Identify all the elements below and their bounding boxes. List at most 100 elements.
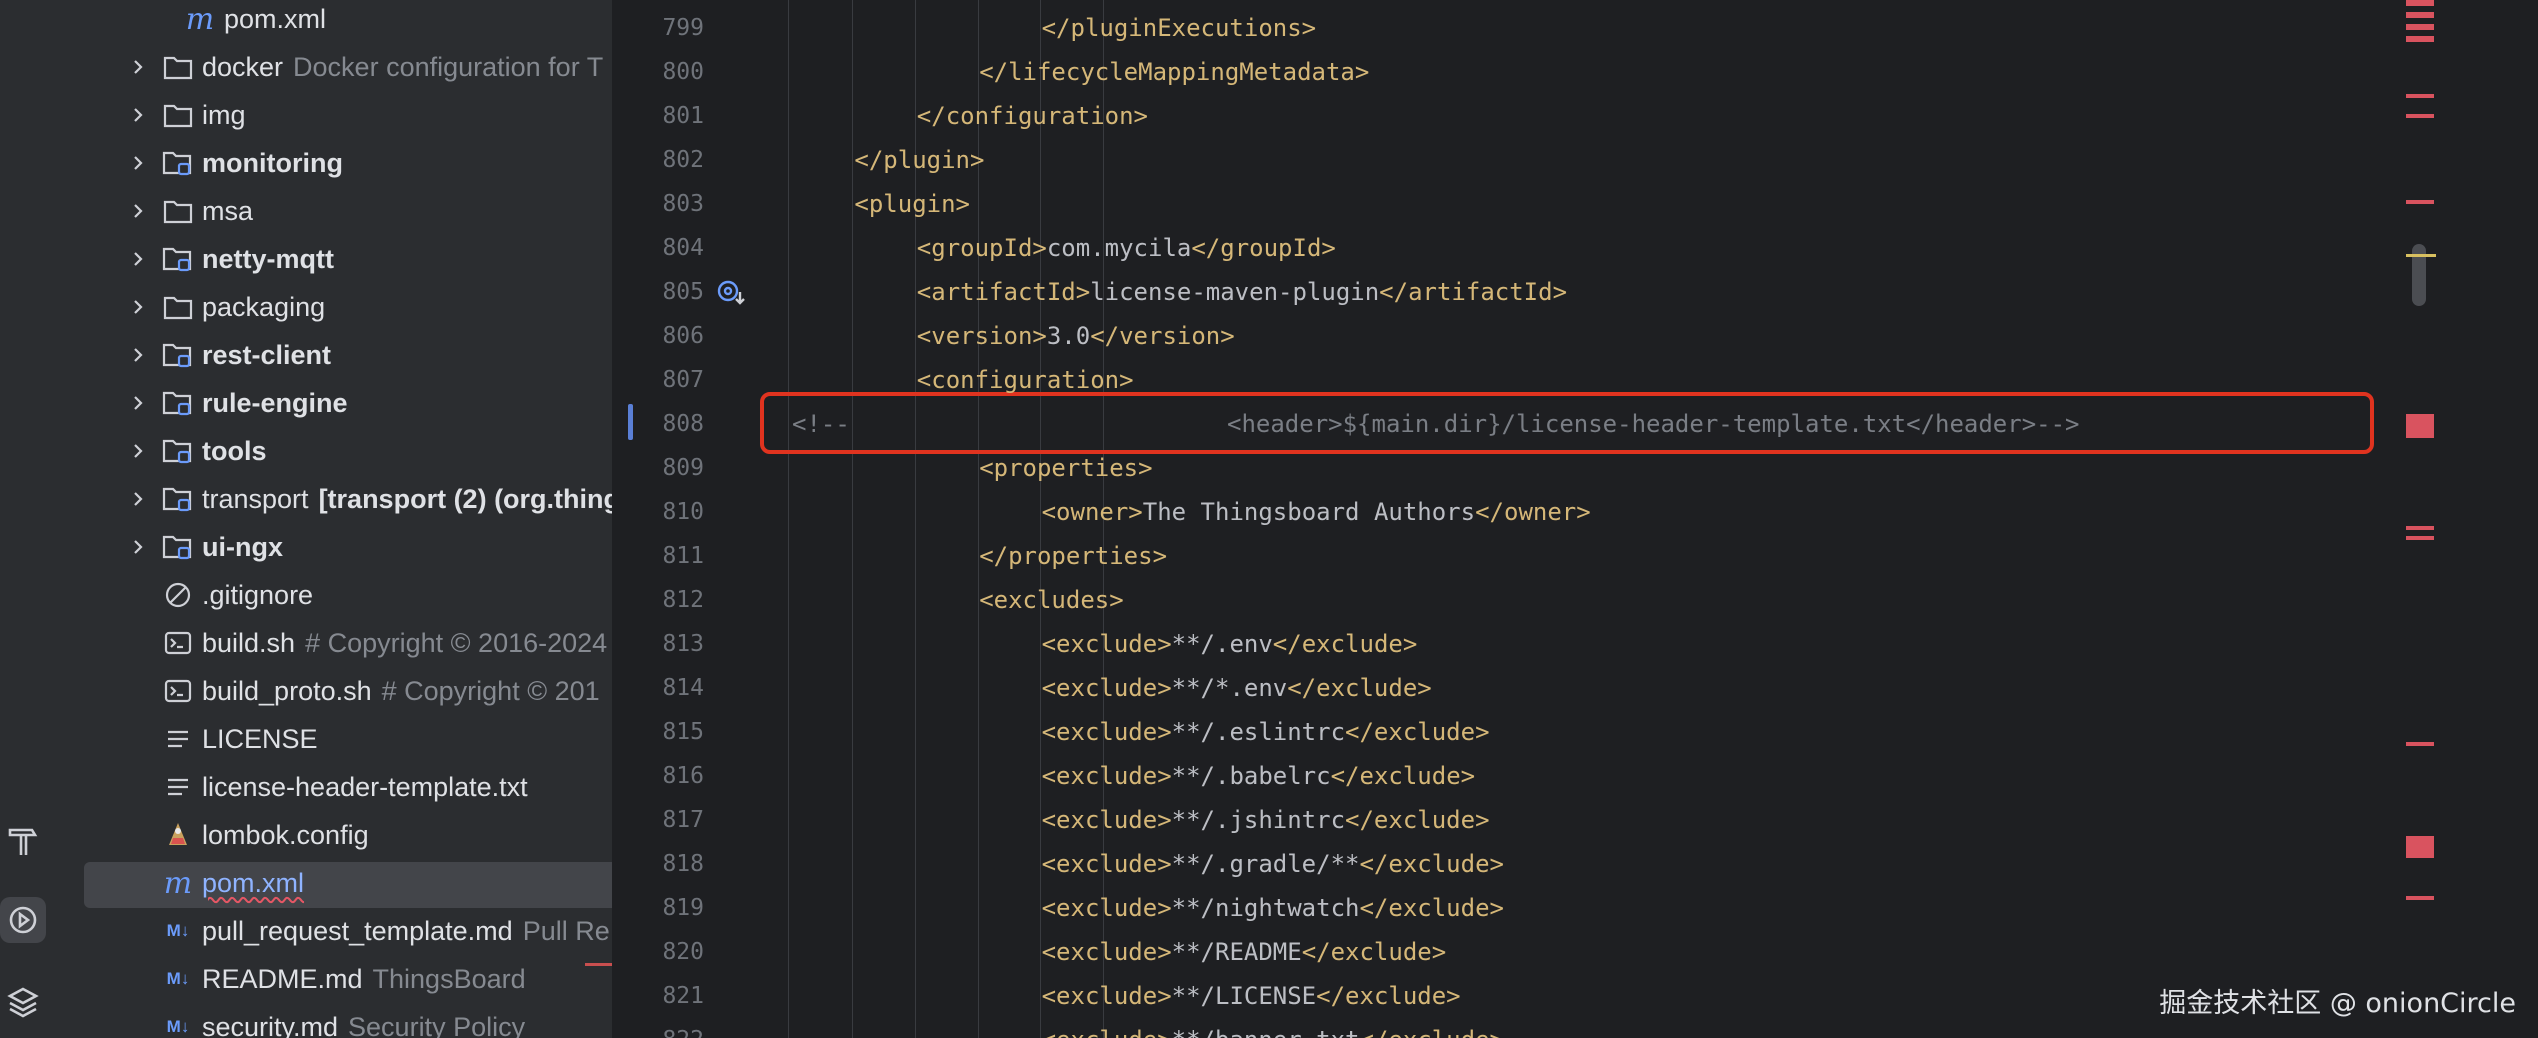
line-number: 819: [662, 895, 704, 921]
code-line[interactable]: <version>3.0</version>: [917, 314, 1235, 358]
error-stripe[interactable]: [2404, 0, 2538, 1038]
tree-item-monitoring[interactable]: monitoring: [62, 139, 612, 187]
tree-item-docker[interactable]: docker Docker configuration for T: [62, 43, 612, 91]
tree-item-pom-xml[interactable]: m pom.xml: [62, 859, 612, 908]
tree-item--gitignore[interactable]: .gitignore: [62, 571, 612, 619]
error-marker[interactable]: [2406, 24, 2434, 30]
code-line[interactable]: <configuration>: [917, 358, 1134, 402]
tree-item-transport[interactable]: transport [transport (2) (org.thing: [62, 475, 612, 523]
structure-tool-button[interactable]: [0, 979, 46, 1025]
line-number: 808: [662, 411, 704, 437]
code-line[interactable]: <exclude>**/banner.txt</exclude>: [1042, 1018, 1504, 1038]
chevron-right-icon[interactable]: [128, 537, 148, 557]
code-line[interactable]: </pluginExecutions>: [1042, 6, 1317, 50]
tree-item-pull-request-template-md[interactable]: M↓ pull_request_template.md Pull Re: [62, 907, 612, 955]
hammer-icon: [8, 828, 38, 855]
code-line[interactable]: <exclude>**/.eslintrc</exclude>: [1042, 710, 1490, 754]
tree-item-license[interactable]: LICENSE: [62, 715, 612, 763]
code-line[interactable]: </configuration>: [917, 94, 1148, 138]
chevron-right-icon[interactable]: [128, 345, 148, 365]
error-marker[interactable]: [2406, 896, 2434, 900]
run-tool-button[interactable]: [0, 897, 46, 943]
tree-item-netty-mqtt[interactable]: netty-mqtt: [62, 235, 612, 283]
chevron-right-icon[interactable]: [128, 105, 148, 125]
error-marker[interactable]: [2406, 742, 2434, 746]
file-hint: # Copyright © 2016-2024: [305, 627, 608, 658]
code-editor[interactable]: 799 </pluginExecutions> 800 </lifecycleMapp…: [612, 0, 2404, 1038]
error-marker[interactable]: [2406, 536, 2434, 540]
error-marker[interactable]: [2406, 94, 2434, 98]
build-tool-button[interactable]: [0, 818, 46, 864]
maven-icon: m: [163, 865, 193, 901]
error-marker[interactable]: [2406, 12, 2434, 18]
code-line[interactable]: <exclude>**/.env</exclude>: [1042, 622, 1418, 666]
module-folder-icon: [162, 435, 194, 467]
error-marker[interactable]: [2406, 414, 2434, 438]
error-marker[interactable]: [2406, 36, 2434, 42]
code-line[interactable]: <exclude>**/.jshintrc</exclude>: [1042, 798, 1490, 842]
run-services-icon: [9, 906, 37, 934]
tree-item-tools[interactable]: tools: [62, 427, 612, 475]
code-line[interactable]: <exclude>**/.babelrc</exclude>: [1042, 754, 1476, 798]
file-name: build.sh: [202, 627, 296, 658]
file-name: lombok.config: [202, 819, 369, 850]
tree-item-rest-client[interactable]: rest-client: [62, 331, 612, 379]
code-line[interactable]: <exclude>**/nightwatch</exclude>: [1042, 886, 1504, 930]
tree-item-license-header-template-txt[interactable]: license-header-template.txt: [62, 763, 612, 811]
tree-item-label: license-header-template.txt: [202, 772, 528, 803]
warning-marker[interactable]: [2406, 254, 2436, 257]
chevron-right-icon[interactable]: [128, 249, 148, 269]
error-marker[interactable]: [2406, 0, 2434, 6]
folder-icon: [162, 291, 194, 323]
line-number: 817: [662, 807, 704, 833]
shell-script-icon: [162, 675, 194, 707]
tree-item-img[interactable]: img: [62, 91, 612, 139]
indent-guide: [852, 0, 853, 1038]
tree-item-pom-xml[interactable]: m pom.xml: [62, 0, 612, 43]
line-number: 818: [662, 851, 704, 877]
code-line[interactable]: </plugin>: [854, 138, 984, 182]
error-marker[interactable]: [2406, 526, 2434, 530]
implemented-gutter-icon[interactable]: [716, 278, 746, 313]
markdown-icon: M↓: [166, 969, 190, 988]
tree-item-label: rest-client: [202, 340, 331, 371]
error-marker[interactable]: [2406, 836, 2434, 858]
module-folder-icon: [162, 147, 194, 179]
code-line[interactable]: <properties>: [979, 446, 1152, 490]
chevron-right-icon[interactable]: [128, 441, 148, 461]
file-name: security.md: [202, 1011, 339, 1038]
chevron-right-icon[interactable]: [128, 297, 148, 317]
chevron-right-icon[interactable]: [128, 57, 148, 77]
tree-item-readme-md[interactable]: M↓ README.md ThingsBoard: [62, 955, 612, 1003]
error-marker[interactable]: [2406, 114, 2434, 118]
tree-item-msa[interactable]: msa: [62, 187, 612, 235]
error-marker[interactable]: [2406, 200, 2434, 204]
code-line[interactable]: <excludes>: [979, 578, 1124, 622]
line-number: 821: [662, 983, 704, 1009]
code-line[interactable]: <plugin>: [854, 182, 970, 226]
code-line[interactable]: <owner>The Thingsboard Authors</owner>: [1042, 490, 1591, 534]
code-line[interactable]: <exclude>**/*.env</exclude>: [1042, 666, 1432, 710]
code-line[interactable]: </lifecycleMappingMetadata>: [979, 50, 1369, 94]
tree-item-label: monitoring: [202, 148, 343, 179]
code-line[interactable]: <!-- <header>${main.dir}/license-header-t…: [792, 402, 2080, 446]
code-line[interactable]: <groupId>com.mycila</groupId>: [917, 226, 1336, 270]
chevron-right-icon[interactable]: [128, 393, 148, 413]
tree-item-ui-ngx[interactable]: ui-ngx: [62, 523, 612, 571]
file-name: README.md: [202, 963, 363, 994]
tree-item-security-md[interactable]: M↓ security.md Security Policy: [62, 1003, 612, 1038]
tree-item-rule-engine[interactable]: rule-engine: [62, 379, 612, 427]
code-line[interactable]: </properties>: [979, 534, 1167, 578]
code-line[interactable]: <artifactId>license-maven-plugin</artifa…: [917, 270, 1567, 314]
code-line[interactable]: <exclude>**/.gradle/**</exclude>: [1042, 842, 1504, 886]
chevron-right-icon[interactable]: [128, 201, 148, 221]
tree-item-lombok-config[interactable]: lombok.config: [62, 811, 612, 859]
code-line[interactable]: <exclude>**/README</exclude>: [1042, 930, 1447, 974]
code-line[interactable]: <exclude>**/LICENSE</exclude>: [1042, 974, 1461, 1018]
tree-item-label: pom.xml: [202, 868, 304, 899]
tree-item-build-sh[interactable]: build.sh # Copyright © 2016-2024: [62, 619, 612, 667]
chevron-right-icon[interactable]: [128, 153, 148, 173]
chevron-right-icon[interactable]: [128, 489, 148, 509]
tree-item-packaging[interactable]: packaging: [62, 283, 612, 331]
tree-item-build-proto-sh[interactable]: build_proto.sh # Copyright © 201: [62, 667, 612, 715]
